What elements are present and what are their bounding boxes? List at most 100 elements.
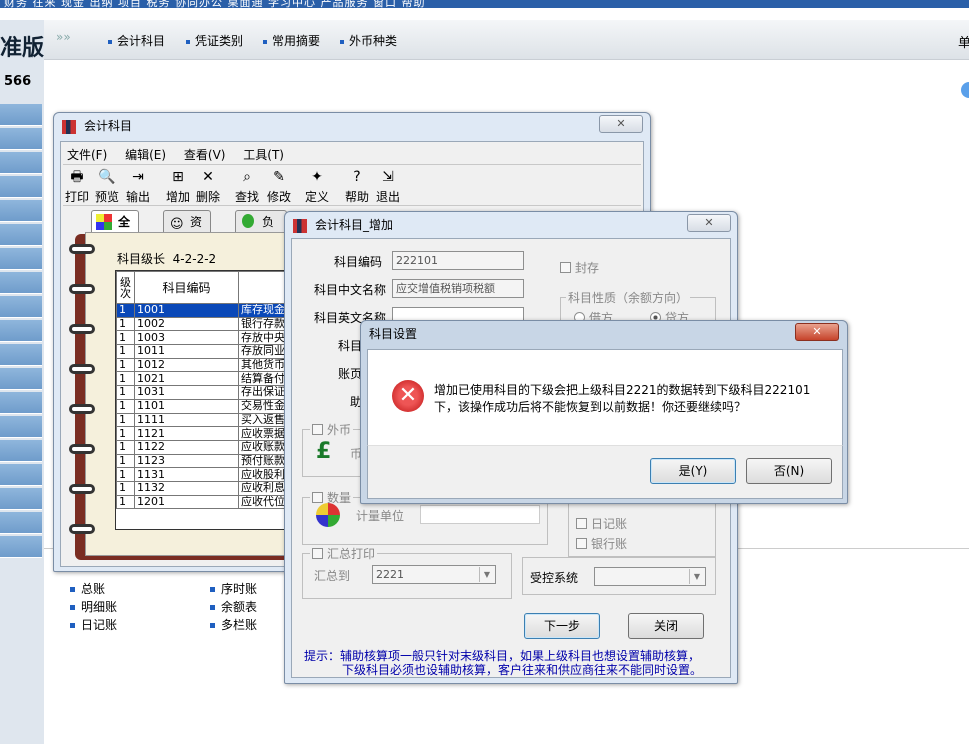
summary-to-select[interactable]: 2221 ▼	[372, 565, 496, 584]
table-row[interactable]: 1 1122 应收账款	[116, 439, 290, 455]
define-button[interactable]: ✦ 定义	[303, 168, 331, 205]
left-nav-bar[interactable]	[0, 368, 42, 390]
left-nav-bar[interactable]	[0, 128, 42, 150]
col-level: 级次	[116, 271, 135, 304]
top-menu[interactable]: 财务 往来 现金 出纳 项目 税务 协同办公 桌面通 学习中心 产品服务 窗口 …	[0, 0, 969, 8]
table-row[interactable]: 1 1201 应收代位	[116, 494, 290, 510]
menu-tools[interactable]: 工具(T)	[243, 148, 284, 162]
close-button[interactable]: ✕	[599, 115, 643, 133]
link-balance-table[interactable]: 余额表	[210, 598, 257, 615]
foreign-checkbox[interactable]: 外币	[310, 421, 354, 438]
user-circle-icon[interactable]	[961, 82, 969, 98]
checkbox-icon	[312, 548, 323, 559]
help-button[interactable]: ? 帮助	[343, 168, 371, 205]
left-nav-bar[interactable]	[0, 248, 42, 270]
left-nav-bar[interactable]	[0, 440, 42, 462]
export-button[interactable]: ⇥ 输出	[124, 168, 152, 205]
cell: 1	[116, 398, 135, 414]
left-nav-bar[interactable]	[0, 464, 42, 486]
close-button[interactable]: ✕	[795, 323, 839, 341]
link-detail-ledger[interactable]: 明细账	[70, 598, 117, 615]
link-label: 总账	[81, 582, 106, 596]
print-button[interactable]: 🖶 打印	[63, 168, 91, 205]
nav-voucher-types[interactable]: 凭证类别	[186, 32, 243, 49]
collapse-chevrons-icon[interactable]: »»	[56, 30, 71, 44]
table-row[interactable]: 1 1031 存出保证	[116, 385, 290, 400]
yes-button[interactable]: 是(Y)	[650, 458, 736, 484]
left-nav-bar[interactable]	[0, 152, 42, 174]
tab-label: 负	[262, 215, 275, 229]
window-title: 会计科目	[84, 119, 133, 133]
ledger-group	[568, 497, 716, 557]
cell: 1121	[134, 426, 239, 441]
cell: 存出保证	[238, 385, 290, 400]
table-row[interactable]: 1 1121 应收票据	[116, 426, 290, 441]
table-row[interactable]: 1 1002 银行存款	[116, 316, 290, 332]
table-row[interactable]: 1 1132 应收利息	[116, 480, 290, 496]
left-nav-bar[interactable]	[0, 224, 42, 246]
table-row[interactable]: 1 1101 交易性金	[116, 398, 290, 414]
controlled-select[interactable]: ▼	[594, 567, 706, 586]
next-button[interactable]: 下一步	[524, 613, 600, 639]
table-row[interactable]: 1 1123 预付账款	[116, 453, 290, 469]
cell: 1131	[134, 467, 239, 482]
left-nav-bar[interactable]	[0, 392, 42, 414]
seal-checkbox[interactable]: 封存	[560, 259, 599, 276]
menu-view[interactable]: 查看(V)	[184, 148, 226, 162]
code-field[interactable]: 222101	[392, 251, 524, 270]
cell: 1132	[134, 480, 239, 496]
left-nav-bar[interactable]	[0, 104, 42, 126]
left-nav-bar[interactable]	[0, 344, 42, 366]
left-nav-bar[interactable]	[0, 200, 42, 222]
label: 外币	[327, 423, 352, 437]
link-multi-column[interactable]: 多栏账	[210, 616, 257, 633]
menu-file[interactable]: 文件(F)	[67, 148, 107, 162]
preview-button[interactable]: 🔍 预览	[93, 168, 121, 205]
cell: 银行存款	[238, 316, 290, 332]
code-label: 科目编码	[334, 255, 383, 269]
tab-liabilities[interactable]: 负	[235, 210, 287, 232]
table-row[interactable]: 1 1012 其他货币	[116, 357, 290, 373]
left-nav-bar[interactable]	[0, 176, 42, 198]
tab-assets[interactable]: ☺资产	[163, 210, 212, 251]
left-nav-bar[interactable]	[0, 296, 42, 318]
exit-button[interactable]: ⇲ 退出	[374, 168, 402, 205]
table-row[interactable]: 1 1003 存放中央	[116, 330, 290, 346]
left-nav-bar[interactable]	[0, 272, 42, 294]
controlled-label: 受控系统	[530, 571, 579, 585]
link-chronological[interactable]: 序时账	[210, 580, 257, 597]
bullet-icon	[340, 39, 344, 44]
table-row[interactable]: 1 1021 结算备付	[116, 371, 290, 387]
summary-print-checkbox[interactable]: 汇总打印	[310, 545, 378, 562]
menu-edit[interactable]: 编辑(E)	[125, 148, 166, 162]
close-button[interactable]: ✕	[687, 214, 731, 232]
left-nav-bar[interactable]	[0, 512, 42, 534]
modify-button[interactable]: ✎ 修改	[265, 168, 293, 205]
table-row[interactable]: 1 1001 库存现金	[116, 303, 290, 318]
link-journal[interactable]: 日记账	[70, 616, 117, 633]
tab-all[interactable]: 全部	[91, 210, 140, 251]
cn-name-field[interactable]: 应交增值税销项税额	[392, 279, 524, 298]
table-row[interactable]: 1 1011 存放同业	[116, 344, 290, 359]
unit-label: 计量单位	[356, 509, 405, 523]
delete-button[interactable]: ✕ 删除	[194, 168, 222, 205]
left-nav-bar[interactable]	[0, 320, 42, 342]
left-nav-bar[interactable]	[0, 488, 42, 510]
table-row[interactable]: 1 1131 应收股利	[116, 467, 290, 482]
nav-currencies[interactable]: 外币种类	[340, 32, 397, 49]
unit-field[interactable]	[420, 505, 540, 524]
nav-common-summaries[interactable]: 常用摘要	[263, 32, 320, 49]
nature-group-title: 科目性质（余额方向）	[566, 289, 691, 306]
no-button[interactable]: 否(N)	[746, 458, 832, 484]
cell: 1	[116, 330, 135, 346]
close-dialog-button[interactable]: 关闭	[628, 613, 704, 639]
checkbox-icon	[312, 424, 323, 435]
nav-accounts[interactable]: 会计科目	[108, 32, 165, 49]
link-general-ledger[interactable]: 总账	[70, 580, 105, 597]
left-nav-bar[interactable]	[0, 536, 42, 558]
find-button[interactable]: ⌕ 查找	[233, 168, 261, 205]
add-button[interactable]: ⊞ 增加	[164, 168, 192, 205]
link-label: 序时账	[221, 582, 258, 596]
table-row[interactable]: 1 1111 买入返售	[116, 412, 290, 428]
left-nav-bar[interactable]	[0, 416, 42, 438]
